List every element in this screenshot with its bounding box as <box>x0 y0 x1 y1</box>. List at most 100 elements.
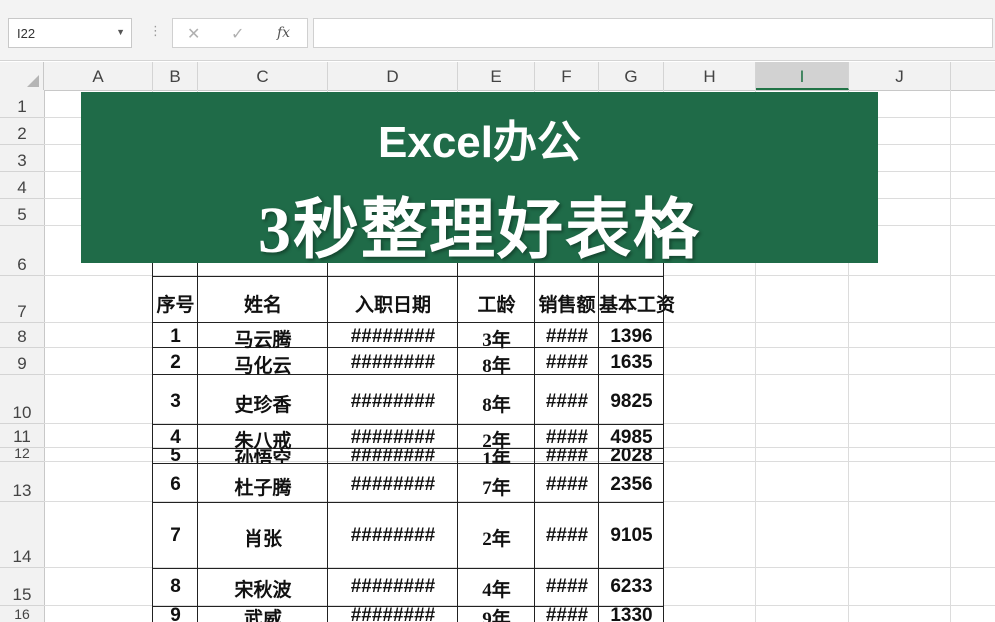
cell-index[interactable]: 2 <box>153 352 198 374</box>
column-header-i[interactable]: I <box>756 62 849 90</box>
cell-index[interactable]: 8 <box>153 576 198 598</box>
cell-name[interactable]: 孙悟空 <box>198 449 328 463</box>
cell-seniority[interactable]: 1年 <box>458 449 535 463</box>
cell-hire-date[interactable]: ######## <box>328 449 458 463</box>
cancel-icon[interactable]: ✕ <box>187 24 200 43</box>
dropdown-caret-icon[interactable]: ▼ <box>116 27 125 37</box>
cell-index[interactable]: 5 <box>153 449 198 463</box>
cell-name[interactable]: 武威 <box>198 607 328 622</box>
row-header-4[interactable]: 4 <box>0 172 44 199</box>
cell-base-salary[interactable]: 9825 <box>599 391 664 413</box>
cell-sales[interactable]: #### <box>535 326 599 348</box>
cell-name[interactable]: 史珍香 <box>198 390 328 417</box>
cell-seniority[interactable]: 4年 <box>458 575 535 602</box>
column-header-d[interactable]: D <box>328 62 458 90</box>
cell-base-salary[interactable]: 2356 <box>599 474 664 496</box>
cell-seniority[interactable]: 9年 <box>458 607 535 622</box>
column-header-b[interactable]: B <box>153 62 198 90</box>
cell-hire-date[interactable]: ######## <box>328 352 458 374</box>
cell-hire-date[interactable]: ######## <box>328 474 458 496</box>
cell-sales[interactable]: #### <box>535 607 599 622</box>
row-header-15[interactable]: 15 <box>0 568 44 606</box>
cell-base-salary[interactable]: 1396 <box>599 326 664 348</box>
cell-sales[interactable]: #### <box>535 427 599 449</box>
header-hire-date[interactable]: 入职日期 <box>328 290 458 317</box>
formula-input[interactable] <box>313 18 993 48</box>
enter-icon[interactable]: ✓ <box>231 24 244 43</box>
formula-buttons: ✕ ✓ fx <box>172 18 308 48</box>
cell-sales[interactable]: #### <box>535 576 599 598</box>
row-header-bar: 1 2 3 4 5 6 7 8 9 10 11 12 13 14 15 16 <box>0 90 45 622</box>
formula-bar-grip[interactable]: ⋮ <box>149 24 162 39</box>
name-box[interactable]: I22 ▼ <box>8 18 132 48</box>
cell-seniority[interactable]: 8年 <box>458 351 535 378</box>
table-row: 9 武威 ######## 9年 #### 1330 <box>153 607 664 622</box>
cell-base-salary[interactable]: 2028 <box>599 449 664 463</box>
row-header-3[interactable]: 3 <box>0 145 44 172</box>
row-header-9[interactable]: 9 <box>0 348 44 375</box>
cell-hire-date[interactable]: ######## <box>328 576 458 598</box>
cell-base-salary[interactable]: 9105 <box>599 525 664 547</box>
header-seniority[interactable]: 工龄 <box>458 290 535 317</box>
cell-sales[interactable]: #### <box>535 474 599 496</box>
cell-name[interactable]: 马化云 <box>198 351 328 378</box>
row-header-12[interactable]: 12 <box>0 446 44 462</box>
column-header-j[interactable]: J <box>849 62 951 90</box>
row-header-6[interactable]: 6 <box>0 226 44 276</box>
insert-function-icon[interactable]: fx <box>277 25 290 41</box>
cell-seniority[interactable]: 7年 <box>458 473 535 500</box>
column-header-k[interactable] <box>951 62 995 90</box>
cell-sales[interactable]: #### <box>535 525 599 547</box>
cell-name[interactable]: 宋秋波 <box>198 575 328 602</box>
cell-sales[interactable]: #### <box>535 352 599 374</box>
cell-hire-date[interactable]: ######## <box>328 525 458 547</box>
ribbon-edge <box>0 0 995 15</box>
header-sales[interactable]: 销售额 <box>535 290 599 317</box>
cell-hire-date[interactable]: ######## <box>328 391 458 413</box>
cell-base-salary[interactable]: 4985 <box>599 427 664 449</box>
row-header-8[interactable]: 8 <box>0 323 44 348</box>
cell-index[interactable]: 4 <box>153 427 198 449</box>
row-header-7[interactable]: 7 <box>0 276 44 323</box>
cell-base-salary[interactable]: 6233 <box>599 576 664 598</box>
cell-index[interactable]: 3 <box>153 391 198 413</box>
cell-name[interactable]: 肖张 <box>198 524 328 551</box>
row-header-14[interactable]: 14 <box>0 502 44 568</box>
cell-name[interactable]: 马云腾 <box>198 325 328 352</box>
cell-hire-date[interactable]: ######## <box>328 427 458 449</box>
row-header-5[interactable]: 5 <box>0 199 44 226</box>
cell-index[interactable]: 6 <box>153 474 198 496</box>
cell-seniority[interactable]: 8年 <box>458 390 535 417</box>
table-row: 5 孙悟空 ######## 1年 #### 2028 <box>153 449 664 463</box>
header-name[interactable]: 姓名 <box>198 290 328 317</box>
cell-sales[interactable]: #### <box>535 449 599 463</box>
row-header-10[interactable]: 10 <box>0 375 44 424</box>
cell-base-salary[interactable]: 1330 <box>599 607 664 622</box>
cell-sales[interactable]: #### <box>535 391 599 413</box>
cell-seniority[interactable]: 3年 <box>458 325 535 352</box>
header-index[interactable]: 序号 <box>153 290 198 317</box>
row-header-13[interactable]: 13 <box>0 462 44 502</box>
cell-seniority[interactable]: 2年 <box>458 524 535 551</box>
cell-index[interactable]: 9 <box>153 607 198 622</box>
cell-hire-date[interactable]: ######## <box>328 607 458 622</box>
cell-hire-date[interactable]: ######## <box>328 326 458 348</box>
select-all-corner[interactable] <box>0 62 44 90</box>
column-header-g[interactable]: G <box>599 62 664 90</box>
row-header-16[interactable]: 16 <box>0 606 44 622</box>
column-header-h[interactable]: H <box>664 62 756 90</box>
column-header-f[interactable]: F <box>535 62 599 90</box>
cell-index[interactable]: 1 <box>153 326 198 348</box>
column-header-e[interactable]: E <box>458 62 535 90</box>
column-header-a[interactable]: A <box>44 62 153 90</box>
banner-title: Excel办公 <box>378 118 581 167</box>
row-header-2[interactable]: 2 <box>0 118 44 145</box>
cell-name[interactable]: 杜子腾 <box>198 473 328 500</box>
name-box-value: I22 <box>17 26 36 41</box>
header-base-salary[interactable]: 基本工资 <box>599 290 675 317</box>
row-header-1[interactable]: 1 <box>0 90 44 118</box>
cell-index[interactable]: 7 <box>153 525 198 547</box>
column-header-c[interactable]: C <box>198 62 328 90</box>
cell-base-salary[interactable]: 1635 <box>599 352 664 374</box>
banner-subtitle: 3秒整理好表格 <box>258 194 701 267</box>
